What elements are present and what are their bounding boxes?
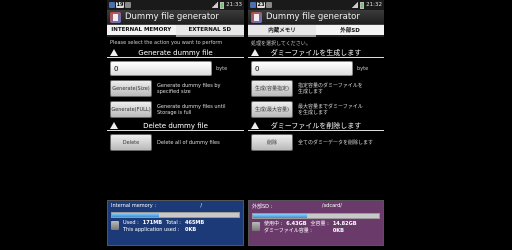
storage-path: / <box>200 203 202 209</box>
battery-icon <box>220 1 225 9</box>
storage-icon <box>252 222 260 231</box>
generate-size-row: Generate(Size) Generate dummy files by s… <box>107 78 244 99</box>
up-arrow-icon <box>110 49 118 56</box>
description-line: を生成します <box>298 109 329 116</box>
app-used-label: This application used : <box>123 227 180 233</box>
delete-description: Delete all of dummy files <box>157 139 220 146</box>
description-line: Generate dummy files by <box>157 82 221 89</box>
signal-icon <box>351 2 359 8</box>
app-title: Dummy file generator <box>125 12 219 22</box>
description-line: 生成します <box>298 88 324 95</box>
generate-section-title: ダミーファイルを生成します <box>270 48 362 57</box>
storage-tabs: INTERNAL MEMORY EXTERNAL SD <box>107 25 244 37</box>
generate-full-description: Generate dummy files until Storage is fu… <box>157 104 225 116</box>
notification-count-badge: 19 <box>116 2 124 8</box>
delete-row: 削除 全てのダミーデータを削除します <box>248 131 384 154</box>
size-unit-label: byte <box>357 65 369 72</box>
storage-usage-fill <box>253 214 308 218</box>
generate-size-button[interactable]: Generate(Size) <box>110 80 152 97</box>
total-label: 全容量 : <box>310 221 329 227</box>
notification-app-icon <box>250 2 256 8</box>
description-line: Generate dummy files until <box>157 103 226 110</box>
battery-icon <box>360 1 365 9</box>
delete-description: 全てのダミーデータを削除します <box>298 139 374 146</box>
size-unit-label: byte <box>216 65 228 72</box>
notification-app-icon <box>109 2 115 8</box>
title-bar: Dummy file generator <box>248 10 384 25</box>
usb-icon <box>125 2 131 8</box>
app-title: Dummy file generator <box>266 12 360 22</box>
used-label: 使用中 : <box>264 221 283 227</box>
generate-size-row: 生成(容量指定) 指定容量のダミーファイルを 生成します <box>248 78 384 99</box>
storage-label: Internal memory : <box>111 203 157 209</box>
generate-section-header: ダミーファイルを生成します <box>248 48 384 58</box>
size-row: 0 byte <box>248 58 384 78</box>
storage-info-panel: 外部SD : /sdcard/ 使用中 : 6.43GB 全容量 : 14.82… <box>248 200 384 246</box>
storage-icon <box>111 221 119 230</box>
total-label: Total : <box>166 220 181 226</box>
app-used-label: ダミーファイル容量 : <box>264 228 312 234</box>
signal-icon <box>211 2 219 8</box>
tab-external-sd[interactable]: 外部SD <box>316 25 384 37</box>
delete-button[interactable]: 削除 <box>251 134 293 151</box>
delete-section-header: ダミーファイルを削除します <box>248 121 384 131</box>
generate-section-header: Generate dummy file <box>107 48 244 58</box>
size-input[interactable]: 0 <box>110 61 212 76</box>
description-line: Storage is full <box>157 109 192 116</box>
notification-count-badge: 23 <box>257 2 265 8</box>
app-icon <box>251 11 262 23</box>
status-time: 21:32 <box>366 2 382 8</box>
description-line: 最大容量までダミーファイル <box>298 103 363 110</box>
app-used-value: 0KB <box>184 227 197 233</box>
total-value: 14.82GB <box>332 221 357 227</box>
used-value: 171MB <box>142 220 163 226</box>
tab-external-sd[interactable]: EXTERNAL SD <box>175 25 244 37</box>
storage-tabs: 内蔵メモリ 外部SD <box>248 25 384 37</box>
delete-section-title: ダミーファイルを削除します <box>270 121 362 130</box>
storage-label: 外部SD : <box>252 204 273 210</box>
up-arrow-icon <box>110 122 118 129</box>
delete-section-header: Delete dummy file <box>107 121 244 131</box>
total-value: 465MB <box>184 220 205 226</box>
app-icon <box>110 11 121 23</box>
generate-full-description: 最大容量までダミーファイル を生成します <box>298 104 363 116</box>
instruction-text: 処理を選択してください。 <box>251 41 311 47</box>
storage-usage-fill <box>112 213 159 217</box>
status-bar: 23 21:32 <box>248 0 384 10</box>
up-arrow-icon <box>251 49 259 56</box>
tab-internal-memory[interactable]: 内蔵メモリ <box>248 25 316 37</box>
usb-icon <box>266 2 272 8</box>
generate-section-title: Generate dummy file <box>138 48 213 57</box>
generate-full-button[interactable]: Generate(FULL) <box>110 101 152 118</box>
status-time: 21:33 <box>226 2 242 8</box>
size-input[interactable]: 0 <box>251 61 353 76</box>
generate-full-row: 生成(最大容量) 最大容量までダミーファイル を生成します <box>248 99 384 120</box>
phone-screen-japanese: 23 21:32 Dummy file generator 内蔵メモリ 外部SD… <box>248 0 384 250</box>
generate-full-button[interactable]: 生成(最大容量) <box>251 101 293 118</box>
instruction-text: Please select the action you want to per… <box>110 40 223 46</box>
delete-row: Delete Delete all of dummy files <box>107 131 244 154</box>
description-line: specified size <box>157 88 191 95</box>
generate-size-description: Generate dummy files by specified size <box>157 83 221 95</box>
delete-section-title: Delete dummy file <box>143 121 208 130</box>
tab-internal-memory[interactable]: INTERNAL MEMORY <box>107 25 176 37</box>
storage-usage-bar <box>252 213 380 219</box>
size-row: 0 byte <box>107 58 244 78</box>
generate-full-row: Generate(FULL) Generate dummy files unti… <box>107 99 244 120</box>
delete-button[interactable]: Delete <box>110 134 152 151</box>
storage-path: /sdcard/ <box>321 203 342 209</box>
up-arrow-icon <box>251 122 259 129</box>
used-value: 6.43GB <box>286 221 307 227</box>
storage-usage-bar <box>111 212 240 218</box>
generate-size-description: 指定容量のダミーファイルを 生成します <box>298 83 363 95</box>
generate-size-button[interactable]: 生成(容量指定) <box>251 80 293 97</box>
storage-info-panel: Internal memory : / Used : 171MB Total :… <box>107 200 244 246</box>
status-bar: 19 21:33 <box>107 0 244 10</box>
phone-screen-english: 19 21:33 Dummy file generator INTERNAL M… <box>107 0 244 250</box>
used-label: Used : <box>123 220 139 226</box>
title-bar: Dummy file generator <box>107 10 244 25</box>
description-line: 指定容量のダミーファイルを <box>298 82 363 89</box>
app-used-value: 0KB <box>332 228 344 234</box>
